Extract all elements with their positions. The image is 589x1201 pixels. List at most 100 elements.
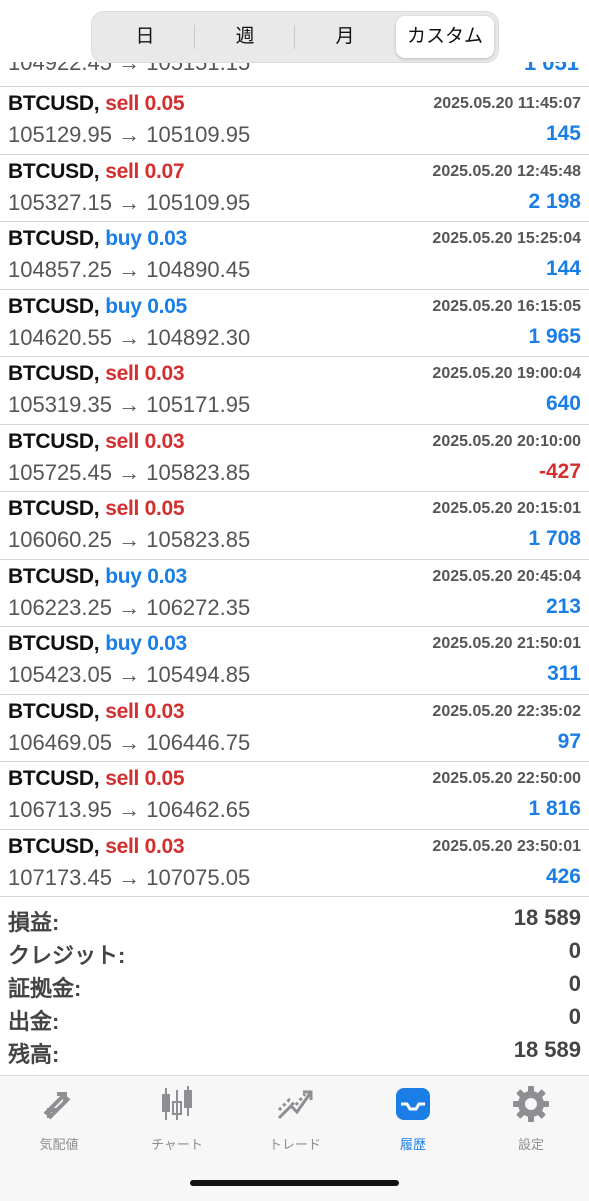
summary-profit-row: 損益: 18 589 bbox=[0, 903, 589, 936]
trade-prices: 105725.45 → 105823.85 bbox=[8, 459, 251, 485]
trade-prices: 104857.25 → 104890.45 bbox=[8, 257, 251, 282]
home-indicator[interactable] bbox=[190, 1180, 399, 1186]
segment-month[interactable]: 月 bbox=[296, 16, 394, 58]
symbol-text: BTCUSD, bbox=[8, 429, 100, 453]
trade-time: 2025.05.20 22:35:02 bbox=[432, 702, 581, 720]
trade-symbol: BTCUSD, sell 0.07 bbox=[8, 159, 185, 184]
trade-prices: 106223.25 → 106272.35 bbox=[8, 594, 251, 620]
tab-label: トレード bbox=[268, 1137, 321, 1152]
summary-label: クレジット: bbox=[8, 943, 126, 968]
trade-action: buy 0.03 bbox=[105, 632, 187, 655]
trade-action: sell 0.03 bbox=[105, 699, 185, 723]
trade-profit: 213 bbox=[545, 594, 581, 618]
summary-value: 0 bbox=[568, 1004, 581, 1029]
symbol-text: BTCUSD, bbox=[8, 227, 100, 250]
trade-row[interactable]: BTCUSD, buy 0.03 2025.05.20 20:45:04 106223… bbox=[0, 558, 589, 627]
trade-symbol: BTCUSD, sell 0.05 bbox=[8, 767, 185, 791]
trade-profit: -427 bbox=[538, 459, 581, 483]
trade-symbol: BTCUSD, buy 0.05 bbox=[8, 295, 187, 319]
trade-symbol: BTCUSD, buy 0.03 bbox=[8, 565, 187, 589]
symbol-text: BTCUSD, bbox=[8, 362, 100, 385]
trade-profit: 1 816 bbox=[528, 797, 581, 820]
segment-divider bbox=[294, 25, 295, 49]
summary-value: 18 589 bbox=[513, 1037, 581, 1062]
period-header: 日 週 月 カスタム bbox=[0, 0, 589, 70]
trade-prices: 104620.55 → 104892.30 bbox=[8, 324, 251, 350]
trade-symbol: BTCUSD, sell 0.03 bbox=[8, 362, 185, 386]
trade-profit: 1 965 bbox=[528, 324, 581, 348]
trade-action: sell 0.03 bbox=[105, 362, 185, 385]
trade-time: 2025.05.20 20:45:04 bbox=[432, 567, 581, 585]
symbol-text: BTCUSD, bbox=[8, 632, 100, 655]
tab-label: 設定 bbox=[517, 1137, 544, 1152]
symbol-text: BTCUSD, bbox=[8, 699, 100, 723]
trade-prices: 106713.95 → 106462.65 bbox=[8, 797, 251, 822]
tab-settings[interactable]: 設定 bbox=[472, 1084, 589, 1156]
symbol-text: BTCUSD, bbox=[8, 497, 100, 520]
history-inbox-icon bbox=[396, 1088, 430, 1120]
trade-time: 2025.05.20 22:50:00 bbox=[432, 770, 581, 787]
trade-action: buy 0.03 bbox=[105, 564, 187, 588]
trade-symbol: BTCUSD, sell 0.03 bbox=[8, 834, 185, 859]
trade-row[interactable]: BTCUSD, sell 0.05 2025.05.20 11:45:07 10512… bbox=[0, 86, 589, 154]
symbol-text: BTCUSD, bbox=[8, 159, 100, 183]
trade-action: sell 0.03 bbox=[105, 834, 185, 858]
trade-profit: 311 bbox=[547, 662, 581, 685]
symbol-text: BTCUSD, bbox=[8, 294, 100, 318]
trade-row[interactable]: BTCUSD, buy 0.03 2025.05.20 21:50:01 105423… bbox=[0, 626, 589, 694]
summary-label: 残高: bbox=[8, 1042, 60, 1067]
segment-divider bbox=[194, 25, 195, 49]
trade-time: 2025.05.20 19:00:04 bbox=[432, 365, 581, 382]
summary-label: 損益: bbox=[8, 910, 60, 935]
trade-time: 2025.05.20 11:45:07 bbox=[433, 95, 581, 112]
trade-row[interactable]: BTCUSD, sell 0.05 2025.05.20 20:15:01 10606… bbox=[0, 491, 589, 559]
trade-time: 2025.05.20 20:10:00 bbox=[432, 432, 581, 450]
symbol-text: BTCUSD, bbox=[8, 767, 100, 790]
trade-row[interactable]: BTCUSD, sell 0.07 2025.05.20 12:45:48 10532… bbox=[0, 153, 589, 222]
trade-symbol: BTCUSD, buy 0.03 bbox=[8, 227, 187, 251]
trade-action: buy 0.03 bbox=[105, 227, 187, 250]
trade-prices: 105129.95 → 105109.95 bbox=[8, 122, 251, 147]
trade-time: 2025.05.20 12:45:48 bbox=[432, 162, 581, 180]
summary-label: 証拠金: bbox=[8, 976, 82, 1001]
segment-day[interactable]: 日 bbox=[96, 16, 194, 58]
tab-trade[interactable]: トレード bbox=[236, 1084, 354, 1156]
summary-balance-row: 残高: 18 589 bbox=[0, 1035, 589, 1068]
trade-time: 2025.05.20 21:50:01 bbox=[432, 635, 581, 652]
summary-withdrawal-row: 出金: 0 bbox=[0, 1002, 589, 1035]
tab-label: 履歴 bbox=[399, 1137, 426, 1152]
trade-time: 2025.05.20 15:25:04 bbox=[432, 230, 581, 247]
summary-deposit-row: 証拠金: 0 bbox=[0, 969, 589, 1002]
trade-prices: 106469.05 → 106446.75 bbox=[8, 729, 251, 755]
trade-action: sell 0.05 bbox=[105, 767, 185, 790]
segment-week[interactable]: 週 bbox=[196, 16, 294, 58]
summary-credit-row: クレジット: 0 bbox=[0, 936, 589, 969]
trade-row[interactable]: BTCUSD, buy 0.05 2025.05.20 16:15:05 104620… bbox=[0, 288, 589, 357]
tab-history[interactable]: 履歴 bbox=[354, 1084, 472, 1156]
trade-symbol: BTCUSD, sell 0.03 bbox=[8, 699, 185, 724]
trade-row[interactable]: BTCUSD, sell 0.03 2025.05.20 22:35:02 10646… bbox=[0, 693, 589, 762]
symbol-text: BTCUSD, bbox=[8, 564, 100, 588]
trade-profit: 640 bbox=[545, 392, 581, 415]
trade-profit: 144 bbox=[545, 257, 581, 280]
trade-profit: 1 708 bbox=[528, 527, 581, 550]
trade-action: sell 0.03 bbox=[105, 429, 185, 453]
segment-custom[interactable]: カスタム bbox=[396, 16, 494, 58]
trade-row[interactable]: BTCUSD, sell 0.03 2025.05.20 19:00:04 10531… bbox=[0, 356, 589, 424]
trade-row[interactable]: BTCUSD, sell 0.03 2025.05.20 20:10:00 10572… bbox=[0, 423, 589, 492]
tab-chart[interactable]: チャート bbox=[118, 1084, 236, 1156]
trade-row[interactable]: BTCUSD, sell 0.03 2025.05.20 23:50:01 10717… bbox=[0, 828, 589, 897]
period-segmented-control: 日 週 月 カスタム bbox=[92, 12, 498, 62]
summary-label: 出金: bbox=[8, 1009, 60, 1034]
trade-action: sell 0.05 bbox=[105, 92, 185, 115]
quotes-arrows-icon bbox=[43, 1092, 71, 1120]
trade-symbol: BTCUSD, sell 0.03 bbox=[8, 429, 185, 454]
trade-row[interactable]: BTCUSD, buy 0.03 2025.05.20 15:25:04 104857… bbox=[0, 221, 589, 289]
trade-profit: 426 bbox=[545, 864, 581, 888]
trade-action: buy 0.05 bbox=[105, 294, 187, 318]
account-summary: 損益: 18 589 クレジット: 0 証拠金: 0 出金: 0 残高: 18 … bbox=[0, 896, 589, 1068]
trade-action: sell 0.05 bbox=[105, 497, 185, 520]
tab-quotes[interactable]: 気配値 bbox=[0, 1084, 118, 1156]
trade-row[interactable]: BTCUSD, sell 0.05 2025.05.20 22:50:00 10671… bbox=[0, 761, 589, 829]
trade-prices: 105423.05 → 105494.85 bbox=[8, 662, 251, 687]
